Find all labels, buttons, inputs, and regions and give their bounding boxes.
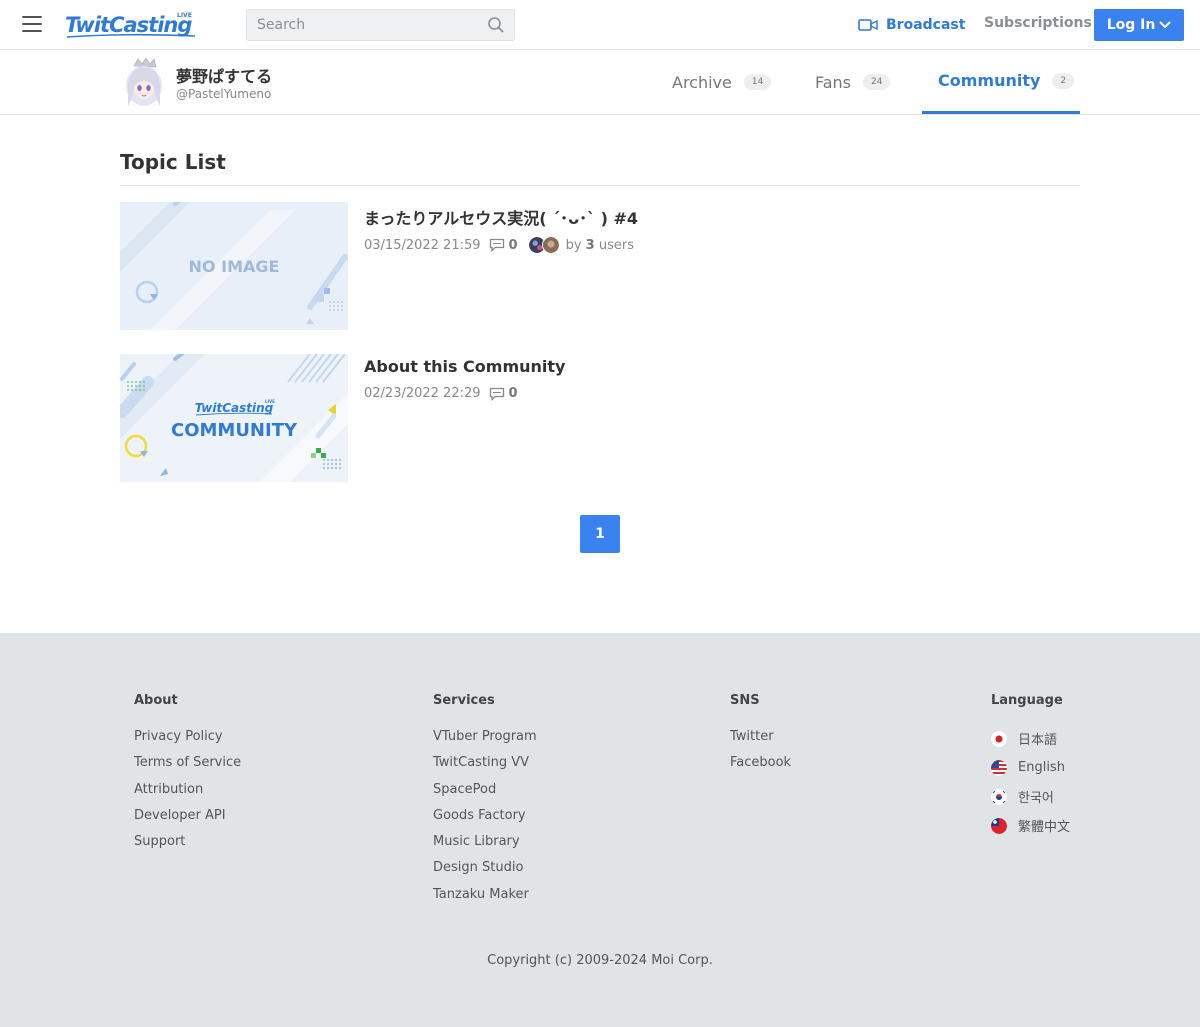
japan-flag-icon: [991, 730, 1007, 747]
footer-link-spacepod[interactable]: SpacePod: [433, 782, 537, 808]
footer-link-support[interactable]: Support: [134, 834, 241, 860]
twitcasting-logo[interactable]: TwitCasting LIVE: [65, 8, 197, 42]
tab-label: Fans: [815, 72, 852, 92]
language-option-traditional-chinese[interactable]: 繁體中文: [991, 811, 1070, 840]
tab-community[interactable]: Community 2: [922, 50, 1080, 114]
users-count: 3: [585, 237, 595, 253]
language-option-japanese[interactable]: 日本語: [991, 724, 1070, 753]
broadcast-label: Broadcast: [886, 17, 966, 33]
comment-icon: [489, 387, 504, 401]
topic-date: 03/15/2022 21:59: [364, 237, 481, 253]
tab-archive[interactable]: Archive 14: [672, 50, 772, 114]
footer-link-design-studio[interactable]: Design Studio: [433, 860, 537, 886]
footer-heading: Language: [991, 693, 1063, 708]
profile-bar: 夢野ぱすてる @PastelYumeno Archive 14 Fans 24 …: [0, 50, 1200, 115]
chevron-down-icon: [1159, 21, 1172, 29]
logo-badge: LIVE: [177, 12, 192, 19]
by-label: by: [565, 237, 582, 253]
comment-count: 0: [508, 386, 518, 401]
topic-title[interactable]: About this Community: [364, 357, 565, 376]
topic-date: 02/23/2022 22:29: [364, 386, 481, 401]
login-label: Log In: [1106, 17, 1156, 33]
divider: [120, 185, 1080, 186]
footer-heading: About: [134, 693, 178, 708]
footer-link-twitter[interactable]: Twitter: [730, 729, 791, 755]
footer-link-facebook[interactable]: Facebook: [730, 755, 791, 781]
top-navbar: TwitCasting LIVE Broadcast Subscriptions…: [0, 0, 1200, 50]
tab-label: Community: [938, 71, 1041, 90]
tab-fans[interactable]: Fans 24: [815, 50, 891, 114]
copyright-text: Copyright (c) 2009-2024 Moi Corp.: [487, 953, 713, 968]
korea-flag-icon: [991, 788, 1007, 805]
footer-services: Services VTuber Program TwitCasting VV S…: [433, 693, 537, 913]
footer-language: Language 日本語 English 한국어 繁體中文: [991, 693, 1070, 840]
language-label: 繁體中文: [1018, 820, 1071, 835]
language-option-english[interactable]: English: [991, 753, 1070, 782]
language-label: 日本語: [1018, 733, 1058, 748]
footer-link-music-library[interactable]: Music Library: [433, 834, 537, 860]
footer-link-developer-api[interactable]: Developer API: [134, 808, 241, 834]
topic-title[interactable]: まったりアルセウス実況( ´･ᴗ･` ) #4: [364, 205, 638, 229]
menu-icon[interactable]: [22, 16, 44, 34]
tab-label: Archive: [672, 72, 732, 92]
tab-count-badge: 2: [1052, 72, 1075, 89]
comment-icon: [489, 238, 504, 252]
thumbnail-caption: COMMUNITY: [171, 420, 298, 441]
tab-count-badge: 14: [743, 74, 772, 90]
topic-item[interactable]: TwitCasting LIVE COMMUNITY About this Co…: [120, 354, 1080, 482]
footer-heading: Services: [433, 693, 495, 708]
language-label: English: [1018, 760, 1065, 775]
pagination-page-button[interactable]: 1: [580, 515, 620, 553]
footer-link-twitcasting-vv[interactable]: TwitCasting VV: [433, 755, 537, 781]
footer: About Privacy Policy Terms of Service At…: [0, 633, 1200, 1027]
video-camera-icon: [858, 19, 878, 31]
broadcast-link[interactable]: Broadcast: [858, 15, 965, 35]
search-input[interactable]: [247, 10, 477, 40]
logo-text: TwitCasting: [65, 13, 192, 37]
avatar[interactable]: [120, 56, 168, 110]
footer-link-vtuber-program[interactable]: VTuber Program: [433, 729, 537, 755]
footer-link-goods-factory[interactable]: Goods Factory: [433, 808, 537, 834]
page-title: Topic List: [120, 150, 226, 174]
usa-flag-icon: [991, 759, 1007, 776]
footer-link-privacy-policy[interactable]: Privacy Policy: [134, 729, 241, 755]
user-avatar: [541, 236, 560, 254]
footer-link-tanzaku-maker[interactable]: Tanzaku Maker: [433, 887, 537, 913]
search-box: [246, 9, 515, 41]
subscriptions-link[interactable]: Subscriptions: [984, 15, 1092, 31]
footer-sns: SNS Twitter Facebook: [730, 693, 791, 782]
participant-avatars: [527, 236, 560, 254]
language-option-korean[interactable]: 한국어: [991, 782, 1070, 811]
language-label: 한국어: [1018, 791, 1054, 806]
community-thumbnail: TwitCasting LIVE COMMUNITY: [120, 354, 348, 482]
thumbnail-badge: LIVE: [265, 399, 275, 404]
footer-about: About Privacy Policy Terms of Service At…: [134, 693, 241, 860]
search-icon[interactable]: [487, 16, 505, 34]
topic-meta: 02/23/2022 22:29 0: [364, 386, 518, 401]
footer-link-attribution[interactable]: Attribution: [134, 782, 241, 808]
thumbnail-caption: NO IMAGE: [189, 257, 280, 276]
login-button[interactable]: Log In: [1094, 9, 1184, 41]
no-image-thumbnail: NO IMAGE: [120, 202, 348, 330]
footer-heading: SNS: [730, 693, 760, 708]
users-label: users: [598, 237, 634, 253]
taiwan-flag-icon: [991, 817, 1007, 834]
topic-item[interactable]: NO IMAGE まったりアルセウス実況( ´･ᴗ･` ) #4 03/15/2…: [120, 202, 1080, 330]
topic-meta: 03/15/2022 21:59 0 by 3 users: [364, 236, 634, 254]
tab-count-badge: 24: [863, 74, 891, 90]
footer-link-terms-of-service[interactable]: Terms of Service: [134, 755, 241, 781]
comment-count: 0: [508, 237, 518, 253]
profile-name: 夢野ぱすてる: [176, 67, 273, 86]
profile-handle: @PastelYumeno: [176, 87, 272, 101]
